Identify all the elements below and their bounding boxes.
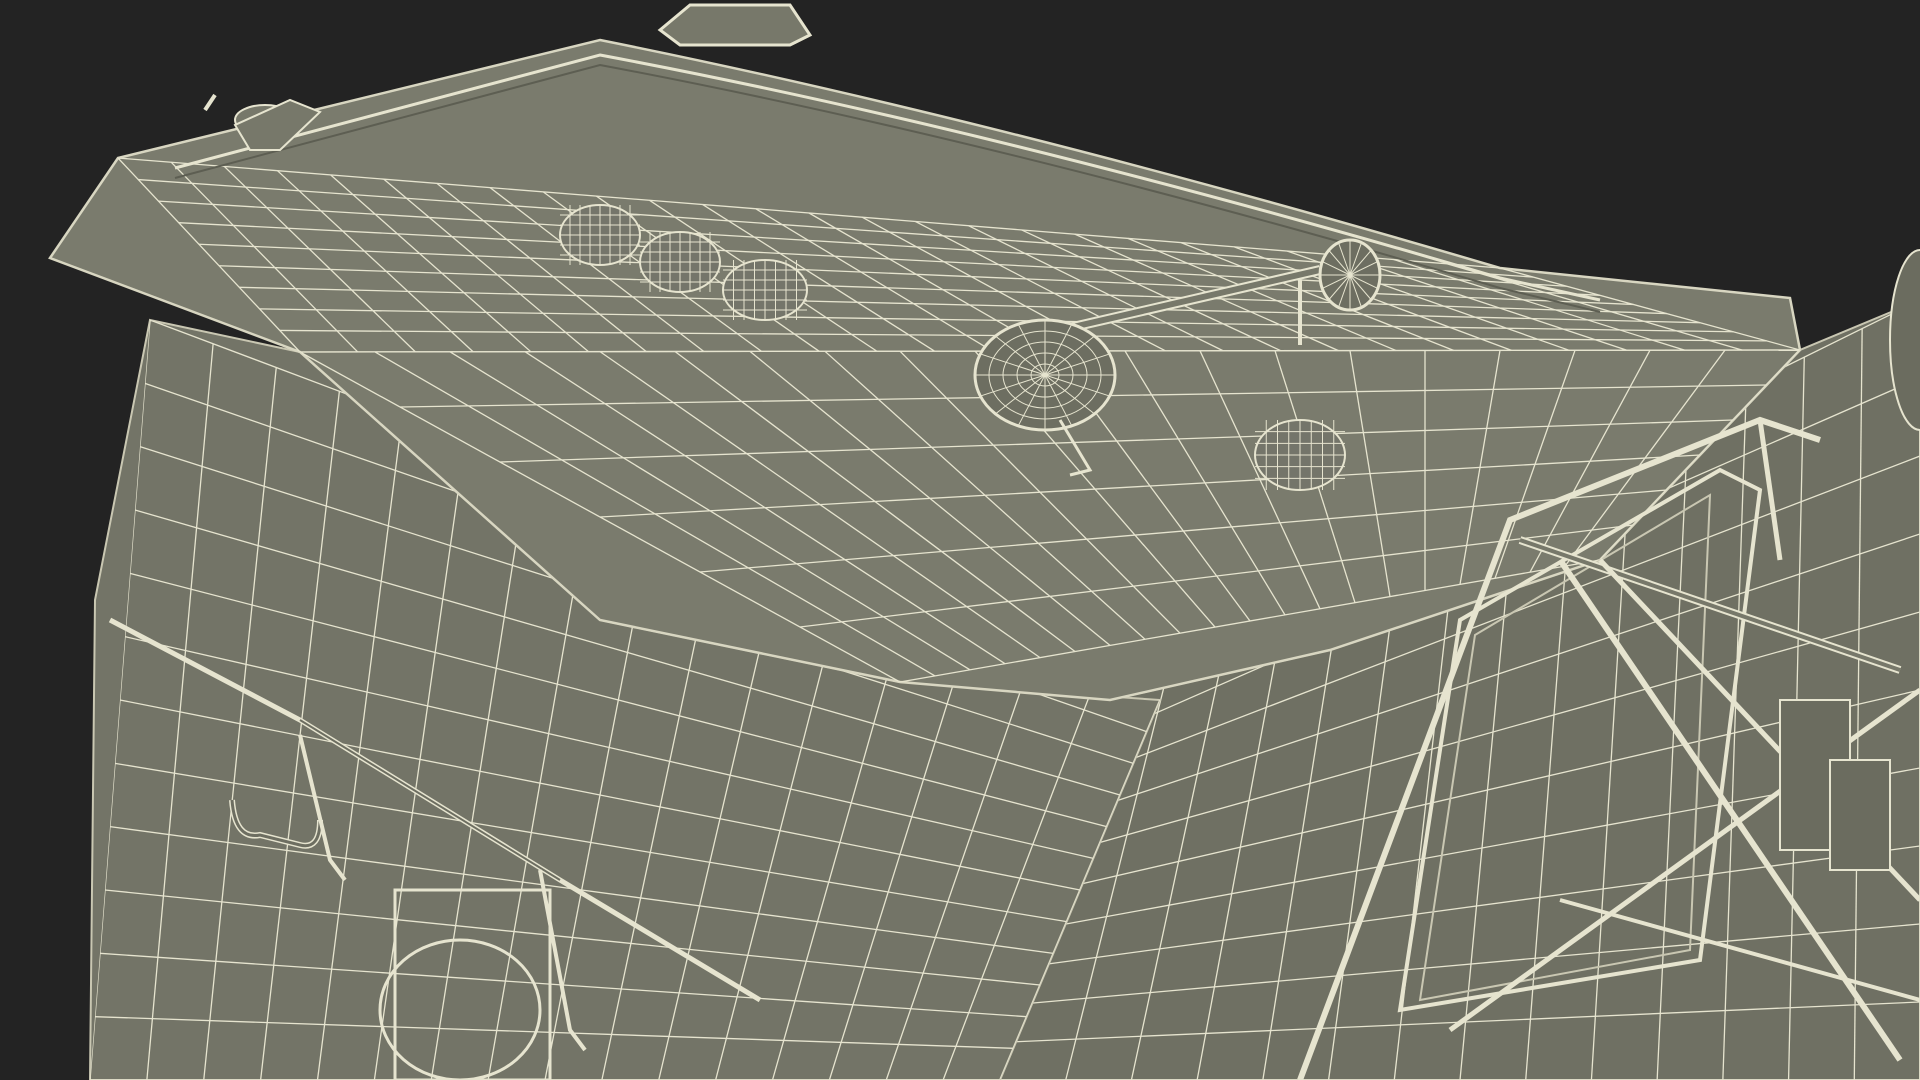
wireframe-render [48, 3, 1920, 1080]
marker-light [559, 204, 641, 266]
render-viewport [0, 0, 1920, 1080]
marker-light [722, 259, 808, 321]
marker-light [1254, 419, 1346, 491]
marker-light [639, 231, 721, 293]
